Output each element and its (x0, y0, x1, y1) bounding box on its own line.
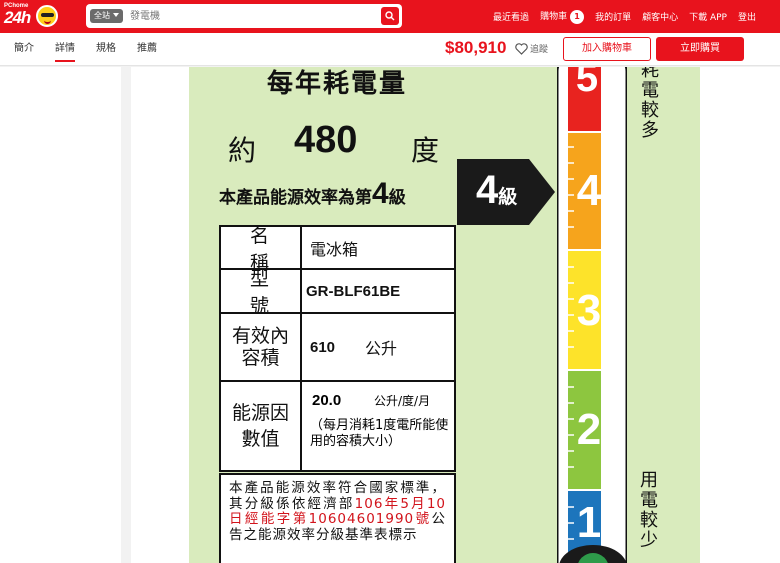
spec-capacity-cell: 610 公升 (302, 314, 454, 380)
search-button[interactable] (381, 7, 399, 25)
product-tabs: 簡介 詳情 規格 推薦 (14, 33, 157, 66)
mascot-icon (36, 5, 58, 27)
scale-label-4: 4 (577, 166, 602, 215)
link-my-orders[interactable]: 我的訂單 (595, 10, 631, 23)
spec-factor-unit: 公升/度/月 (374, 394, 431, 408)
efficiency-prefix: 本產品能源效率為第 (219, 188, 372, 208)
logo-main-text: 24h (4, 8, 31, 27)
annual-kwh-value: 480 (294, 119, 358, 161)
tab-recommend[interactable]: 推薦 (137, 33, 157, 66)
grade-badge-suffix: 級 (498, 187, 518, 208)
search-input[interactable] (130, 7, 360, 25)
search-scope-label: 全站 (94, 11, 110, 20)
buy-now-button[interactable]: 立即購買 (656, 37, 744, 61)
product-nav-bar: 簡介 詳情 規格 推薦 $80,910 追蹤 加入購物車 立即購買 (0, 33, 780, 66)
spec-name-value: 電冰箱 (310, 239, 359, 259)
add-to-cart-button[interactable]: 加入購物車 (563, 37, 651, 61)
efficiency-suffix: 級 (388, 188, 406, 208)
tab-details[interactable]: 詳情 (55, 33, 75, 66)
product-price: $80,910 (445, 38, 507, 57)
regulation-note: 本產品能源效率符合國家標準，其分級係依經濟部106年5月10日經能字第10604… (219, 473, 456, 563)
link-logout[interactable]: 登出 (738, 10, 756, 23)
spec-model-label: 型號 (221, 268, 302, 317)
search-icon (385, 11, 395, 21)
spec-factor-note: （每月消耗1度電所能使用的容積大小） (310, 418, 449, 449)
approx-text: 約 (228, 134, 257, 167)
cart-count-badge: 1 (570, 10, 585, 24)
scale-label-3: 3 (577, 286, 601, 335)
energy-label-title: 每年耗電量 (267, 69, 408, 99)
chevron-down-icon (113, 13, 119, 17)
scale-label-2: 2 (577, 405, 601, 454)
spec-factor-cell: 20.0 公升/度/月 （每月消耗1度電所能使用的容積大小） (302, 382, 454, 470)
search-scope-dropdown[interactable]: 全站 (90, 9, 123, 23)
spec-row-model: 型號 GR-BLF61BE (221, 268, 454, 317)
spec-row-factor: 能源因數值 20.0 公升/度/月 （每月消耗1度電所能使用的容積大小） (221, 382, 454, 470)
efficiency-grade: 4 (372, 177, 389, 210)
link-cart-label: 購物車 (540, 12, 568, 22)
spec-name-label: 名稱 (221, 225, 302, 274)
tab-intro[interactable]: 簡介 (14, 33, 34, 66)
spec-capacity-label: 有效內容積 (221, 314, 302, 380)
link-download-app[interactable]: 下載 APP (689, 10, 727, 23)
spec-capacity-value: 610 (310, 338, 336, 356)
grade-badge-number: 4 (476, 168, 499, 212)
heart-icon (515, 42, 528, 55)
top-header-bar: PChome 24h 全站 最近看過 購物車1 我的訂單 顧客中心 下載 APP… (0, 0, 780, 33)
follow-button[interactable]: 追蹤 (515, 42, 548, 55)
efficiency-statement: 本產品能源效率為第4級 (219, 177, 406, 211)
link-cart[interactable]: 購物車 1 (540, 9, 585, 24)
scale-label-1: 1 (577, 498, 601, 547)
side-label-less-consumption: 用電較少 (640, 470, 658, 551)
energy-label-image: 每年耗電量 約 480 度 本產品能源效率為第4級 4級 名稱 電冰箱 型號 G… (189, 67, 700, 563)
spec-factor-value: 20.0 (312, 392, 342, 409)
left-column (0, 67, 121, 563)
spec-factor-label: 能源因數值 (221, 382, 302, 470)
site-logo[interactable]: PChome 24h (4, 3, 58, 31)
grade-badge: 4級 (476, 165, 517, 223)
side-label-more-consumption: 耗電較多 (641, 67, 659, 141)
kwh-unit: 度 (411, 134, 440, 167)
spec-table: 名稱 電冰箱 型號 GR-BLF61BE 有效內容積 610 公升 能源因數值 2… (219, 225, 456, 472)
spec-capacity-unit: 公升 (365, 339, 398, 358)
search-bar: 全站 (86, 4, 402, 28)
link-recently-viewed[interactable]: 最近看過 (493, 10, 529, 23)
spec-model-value: GR-BLF61BE (306, 282, 401, 300)
tab-specs[interactable]: 規格 (96, 33, 116, 66)
scale-label-5: 5 (576, 67, 598, 100)
link-customer-center[interactable]: 顧客中心 (642, 10, 678, 23)
top-links: 最近看過 購物車 1 我的訂單 顧客中心 下載 APP 登出 (493, 0, 756, 33)
follow-label: 追蹤 (530, 45, 549, 55)
spec-row-capacity: 有效內容積 610 公升 (221, 314, 454, 382)
efficiency-scale-thermometer: 5 4 3 2 1 (557, 67, 627, 563)
